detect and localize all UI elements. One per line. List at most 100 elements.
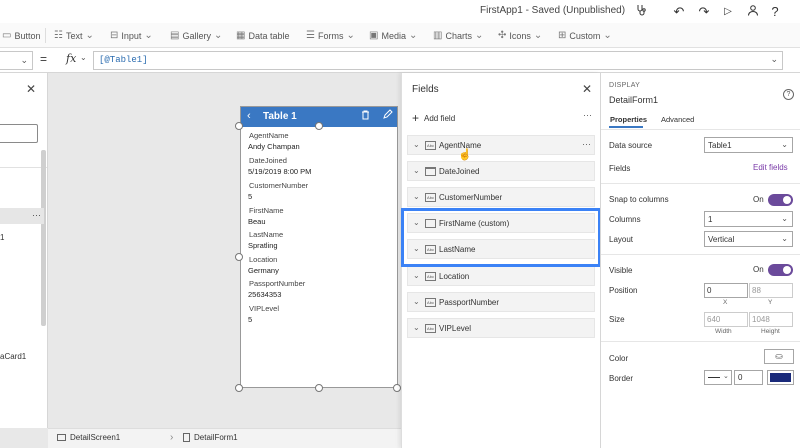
ribbon-forms[interactable]: ☰ Forms ⌄: [306, 28, 355, 43]
ribbon-gallery[interactable]: ▤ Gallery ⌄: [170, 28, 222, 43]
ribbon-media[interactable]: ▣ Media ⌄: [369, 28, 417, 43]
tab-properties[interactable]: Properties: [610, 115, 647, 124]
ribbon-charts[interactable]: ▥ Charts ⌄: [433, 28, 483, 43]
field-row-customernumber[interactable]: ⌄ Abc CustomerNumber: [407, 187, 595, 207]
ribbon-icons[interactable]: ✣ Icons ⌄: [498, 28, 542, 43]
chevron-down-icon[interactable]: ⌄: [413, 192, 420, 201]
person-icon[interactable]: [744, 3, 762, 21]
gallery-icon: ▤: [170, 30, 180, 41]
tree-item-card[interactable]: aCard1: [0, 352, 26, 361]
size-height-input[interactable]: 1048: [749, 312, 793, 327]
snap-to-columns-toggle[interactable]: [768, 194, 793, 206]
tab-underline: [609, 126, 643, 128]
property-dropdown[interactable]: ⌄: [0, 51, 33, 70]
detail-form[interactable]: ‹ Table 1 AgentName Andy Champan DateJoi…: [240, 106, 398, 388]
more-icon[interactable]: ⋯: [32, 210, 41, 221]
ribbon-custom[interactable]: ⊞ Custom ⌄: [558, 28, 612, 43]
more-icon[interactable]: ⋯: [583, 110, 592, 121]
add-field-button[interactable]: + Add field: [412, 111, 455, 125]
chevron-down-icon[interactable]: ⌄: [80, 53, 87, 62]
x-caption: X: [723, 299, 728, 306]
resize-handle[interactable]: [235, 253, 243, 261]
field-row-datejoined[interactable]: ⌄ DateJoined: [407, 161, 595, 181]
field-row-location[interactable]: ⌄ Abc Location: [407, 266, 595, 286]
chevron-down-icon[interactable]: ⌄: [413, 140, 420, 149]
columns-select[interactable]: 1 ⌄: [704, 211, 793, 227]
border-style-select[interactable]: ⌄: [704, 370, 732, 385]
divider: [601, 129, 800, 130]
breadcrumb-form[interactable]: DetailForm1: [183, 433, 238, 442]
tree-search-input[interactable]: [0, 124, 38, 143]
size-label: Size: [609, 315, 625, 324]
field-value: Germany: [248, 266, 279, 275]
equals-sign: =: [40, 52, 48, 66]
resize-handle[interactable]: [393, 384, 401, 392]
input-icon: ⊟: [110, 30, 119, 41]
undo-icon[interactable]: ↶: [670, 3, 688, 21]
help-icon[interactable]: ?: [783, 89, 794, 100]
form-title: Table 1: [263, 111, 297, 122]
close-icon[interactable]: ✕: [26, 82, 36, 96]
tree-item-label[interactable]: 1: [0, 233, 4, 242]
layout-label: Layout: [609, 235, 634, 244]
visible-toggle[interactable]: [768, 264, 793, 276]
fx-icon[interactable]: fx: [66, 52, 76, 65]
trash-icon[interactable]: [361, 110, 370, 123]
chevron-down-icon: ⌄: [533, 30, 543, 41]
border-color-swatch: [770, 373, 791, 382]
border-color-picker[interactable]: [767, 370, 794, 385]
play-icon[interactable]: ▷: [719, 3, 737, 21]
screen-icon: [57, 434, 66, 441]
chevron-down-icon[interactable]: ⌄: [413, 271, 420, 280]
chevron-down-icon: ⌄: [781, 214, 788, 223]
layout-select[interactable]: Vertical ⌄: [704, 231, 793, 247]
tree-scrollbar[interactable]: [41, 150, 46, 326]
help-icon[interactable]: ?: [766, 3, 784, 21]
ribbon-input[interactable]: ⊟ Input ⌄: [110, 28, 153, 43]
ribbon-data-table[interactable]: ▦ Data table: [236, 28, 289, 43]
resize-handle[interactable]: [235, 384, 243, 392]
size-width-input[interactable]: 640: [704, 312, 748, 327]
resize-handle[interactable]: [235, 122, 243, 130]
chevron-down-icon: ⌄: [781, 234, 788, 243]
formula-input[interactable]: [@Table1] ⌄: [93, 51, 783, 70]
media-icon: ▣: [369, 30, 379, 41]
color-picker-button[interactable]: ⛀: [764, 349, 794, 364]
tab-advanced[interactable]: Advanced: [661, 115, 694, 124]
border-width-input[interactable]: 0: [734, 370, 763, 385]
field-row-agentname[interactable]: ⌄ Abc AgentName ⋯: [407, 135, 595, 155]
field-label: CustomerNumber: [249, 181, 309, 190]
edit-pencil-icon[interactable]: [383, 109, 393, 122]
position-y-input[interactable]: 88: [749, 283, 793, 298]
app-title: FirstApp1 - Saved (Unpublished): [480, 5, 626, 16]
button-icon: ▭: [2, 30, 12, 41]
stethoscope-icon[interactable]: [632, 3, 650, 21]
ribbon-button[interactable]: ▭ Button: [2, 28, 40, 43]
chevron-down-icon: ⌄: [781, 140, 788, 149]
table-icon: ▦: [236, 30, 246, 41]
forms-icon: ☰: [306, 30, 315, 41]
resize-handle[interactable]: [315, 122, 323, 130]
edit-fields-link[interactable]: Edit fields: [753, 163, 788, 172]
data-source-label: Data source: [609, 141, 653, 150]
field-label: VIPLevel: [249, 304, 280, 313]
field-row-viplevel[interactable]: ⌄ Abc VIPLevel: [407, 318, 595, 338]
field-label: DateJoined: [249, 156, 287, 165]
field-row-passportnumber[interactable]: ⌄ Abc PassportNumber: [407, 292, 595, 312]
section-label: DISPLAY: [609, 82, 641, 89]
close-icon[interactable]: ✕: [582, 82, 592, 96]
redo-icon[interactable]: ↷: [695, 3, 713, 21]
chevron-down-icon[interactable]: ⌄: [770, 54, 778, 65]
ribbon-text[interactable]: ☷ Text ⌄: [54, 28, 94, 43]
field-value: 5/19/2019 8:00 PM: [248, 167, 312, 176]
properties-panel: DISPLAY DetailForm1 ? Properties Advance…: [600, 73, 800, 448]
chevron-down-icon[interactable]: ⌄: [413, 323, 420, 332]
breadcrumb-screen[interactable]: DetailScreen1: [57, 433, 120, 442]
back-arrow-icon[interactable]: ‹: [247, 110, 251, 122]
more-icon[interactable]: ⋯: [582, 139, 591, 150]
resize-handle[interactable]: [315, 384, 323, 392]
chevron-down-icon[interactable]: ⌄: [413, 297, 420, 306]
data-source-select[interactable]: Table1 ⌄: [704, 137, 793, 153]
position-x-input[interactable]: 0: [704, 283, 748, 298]
chevron-down-icon[interactable]: ⌄: [413, 166, 420, 175]
